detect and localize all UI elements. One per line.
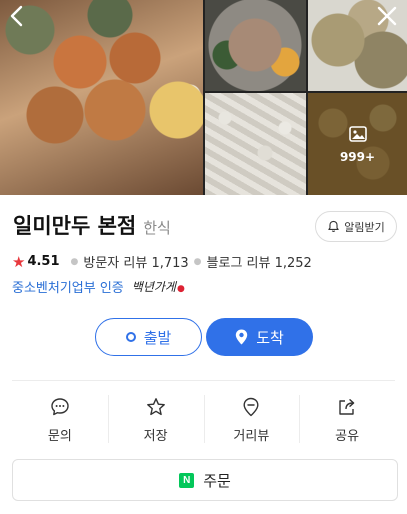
blog-reviews-link[interactable]: 블로그 리뷰 1,252	[207, 252, 312, 271]
more-photos[interactable]: 999+	[308, 93, 407, 195]
save-button[interactable]: 저장	[107, 393, 204, 447]
depart-button-label: 출발	[143, 328, 172, 347]
photo-thumbnail-3[interactable]	[205, 93, 306, 195]
image-icon	[348, 126, 367, 142]
inquiry-label: 문의	[47, 428, 72, 444]
place-name: 일미만두 본점	[13, 214, 137, 238]
photo-gallery: 999+	[0, 0, 407, 195]
share-icon	[339, 398, 355, 415]
certification-row: 중소벤처기업부 인증 백년가게●	[12, 277, 185, 296]
share-label: 공유	[335, 428, 360, 444]
photo-thumbnail-more[interactable]: 999+	[308, 93, 407, 195]
depart-button[interactable]: 출발	[95, 318, 202, 356]
title-row: 일미만두 본점 한식	[13, 210, 171, 240]
rating-score: 4.51	[27, 254, 60, 269]
visitor-reviews-link[interactable]: 방문자 리뷰 1,713	[83, 252, 188, 271]
action-bar: 문의 저장 거리뷰 공유	[12, 393, 395, 447]
close-button[interactable]	[375, 4, 399, 28]
photo-thumbnail-1[interactable]	[205, 0, 306, 91]
separator-dot: ●	[193, 256, 202, 267]
order-button[interactable]: N 주문	[12, 459, 398, 501]
centennial-store-logo: 백년가게●	[131, 280, 185, 294]
street-view-button[interactable]: 거리뷰	[203, 393, 300, 447]
arrive-button[interactable]: 도착	[206, 318, 313, 356]
rating-row: ★ 4.51 ● 방문자 리뷰 1,713 ● 블로그 리뷰 1,252	[12, 252, 312, 272]
naver-n-icon: N	[179, 472, 195, 488]
more-photos-count: 999+	[339, 150, 376, 164]
share-button[interactable]: 공유	[299, 393, 395, 447]
separator-dot: ●	[70, 256, 79, 267]
back-button[interactable]	[5, 4, 29, 28]
alarm-button-label: 알림받기	[344, 220, 385, 234]
arrive-button-label: 도착	[256, 328, 284, 347]
street-view-pin-icon	[243, 397, 259, 416]
inquiry-button[interactable]: 문의	[12, 393, 108, 447]
chevron-left-icon	[10, 5, 23, 27]
alarm-button[interactable]: 알림받기	[315, 211, 397, 242]
location-pin-icon	[235, 329, 248, 345]
chat-icon	[51, 397, 69, 415]
section-divider	[12, 380, 395, 381]
star-icon	[146, 397, 165, 415]
main-photo[interactable]	[0, 0, 203, 195]
certification-link[interactable]: 중소벤처기업부 인증	[12, 277, 124, 296]
street-view-label: 거리뷰	[233, 428, 270, 444]
place-category: 한식	[143, 219, 171, 237]
bell-icon	[328, 220, 339, 232]
save-label: 저장	[143, 428, 168, 444]
order-button-label: 주문	[203, 471, 231, 490]
origin-circle-icon	[125, 332, 136, 342]
close-icon	[377, 6, 397, 26]
rating-star-icon: ★	[12, 252, 26, 271]
